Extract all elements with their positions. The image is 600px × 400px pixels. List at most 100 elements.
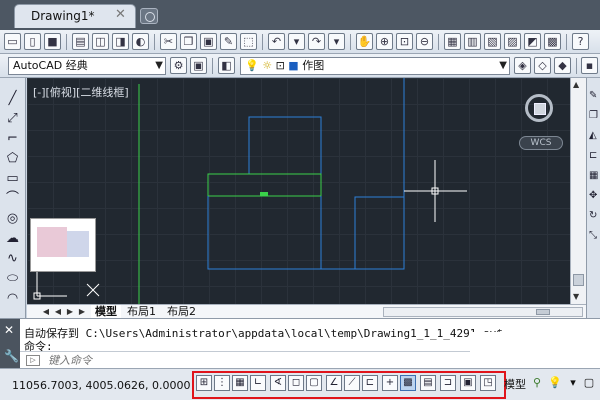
- properties-icon[interactable]: ▦: [444, 33, 461, 50]
- open-file-icon[interactable]: ▯: [24, 33, 41, 50]
- tab-drawing1[interactable]: Drawing1* ✕: [14, 4, 136, 28]
- drawing-canvas[interactable]: [-][俯视][二维线框] WCS: [27, 78, 570, 304]
- annotation-monitor-icon[interactable]: ▣: [460, 375, 476, 391]
- make-current-layer-icon[interactable]: ◈: [514, 57, 531, 74]
- polyline-icon[interactable]: ⌐: [4, 130, 21, 147]
- transparency-icon[interactable]: ▩: [400, 375, 416, 391]
- 3d-object-snap-icon[interactable]: ▢: [306, 375, 322, 391]
- annotation-scale-icon[interactable]: ⚲: [530, 376, 544, 390]
- grid-display-icon[interactable]: ▦: [232, 375, 248, 391]
- layer-select[interactable]: 💡 ☼ ⊡ ■ 作图 ▼: [240, 57, 510, 75]
- undo-dropdown-icon[interactable]: ▾: [288, 33, 305, 50]
- isolate-objects-icon[interactable]: 💡: [548, 376, 562, 390]
- workspace-select[interactable]: AutoCAD 经典 ▼: [8, 57, 166, 75]
- command-grip[interactable]: ✕ 🔧: [0, 319, 20, 369]
- arc-icon[interactable]: ⌒: [4, 190, 21, 207]
- new-file-icon[interactable]: ▭: [4, 33, 21, 50]
- publish-icon[interactable]: ◨: [112, 33, 129, 50]
- sheet-set-icon[interactable]: ▨: [504, 33, 521, 50]
- cut-icon[interactable]: ✂: [160, 33, 177, 50]
- scroll-up-icon[interactable]: ▲: [573, 80, 579, 89]
- scroll-thumb[interactable]: [573, 274, 584, 286]
- menu-dropdown-icon[interactable]: ▾: [566, 376, 580, 390]
- ortho-mode-icon[interactable]: ∟: [250, 375, 266, 391]
- 3d-print-icon[interactable]: ◐: [132, 33, 149, 50]
- array-icon[interactable]: ▦: [589, 170, 599, 182]
- mirror-icon[interactable]: ◭: [589, 130, 599, 142]
- ellipse-arc-icon[interactable]: ◠: [4, 290, 21, 307]
- wcs-menu[interactable]: WCS: [519, 136, 563, 150]
- dynamic-input-icon[interactable]: ⊏: [362, 375, 378, 391]
- layer-state-icon[interactable]: ◆: [554, 57, 571, 74]
- command-prompt-icon[interactable]: ▷: [26, 355, 40, 366]
- snap-mode-icon[interactable]: ⋮: [214, 375, 230, 391]
- print-icon[interactable]: ▤: [72, 33, 89, 50]
- move-icon[interactable]: ✥: [589, 190, 599, 202]
- copy-object-icon[interactable]: ❐: [589, 110, 599, 122]
- horizontal-scrollbar[interactable]: [383, 307, 583, 317]
- selection-cycling-icon[interactable]: ⊐: [440, 375, 456, 391]
- scale-icon[interactable]: ⤡: [589, 230, 599, 242]
- construction-line-icon[interactable]: ⤢: [4, 110, 21, 127]
- rotate-icon[interactable]: ↻: [589, 210, 599, 222]
- tab-layout2[interactable]: 布局2: [163, 305, 200, 319]
- quick-properties-icon[interactable]: ▤: [420, 375, 436, 391]
- dynamic-ucs-icon[interactable]: ⟋: [344, 375, 360, 391]
- command-input[interactable]: [48, 352, 348, 369]
- units-icon[interactable]: ◳: [480, 375, 496, 391]
- ellipse-icon[interactable]: ⬭: [4, 270, 21, 287]
- polar-tracking-icon[interactable]: ∢: [270, 375, 286, 391]
- line-icon[interactable]: ╱: [4, 90, 21, 107]
- redo-dropdown-icon[interactable]: ▾: [328, 33, 345, 50]
- copy-icon[interactable]: ❐: [180, 33, 197, 50]
- zoom-realtime-icon[interactable]: ⊕: [376, 33, 393, 50]
- pan-icon[interactable]: ✋: [356, 33, 373, 50]
- tool-palettes-icon[interactable]: ▧: [484, 33, 501, 50]
- customize-wrench-icon[interactable]: 🔧: [4, 349, 19, 363]
- calculator-icon[interactable]: ▩: [544, 33, 561, 50]
- revision-cloud-icon[interactable]: ☁: [4, 230, 21, 247]
- vertical-scrollbar[interactable]: ▲ ▼: [570, 78, 586, 304]
- paste-icon[interactable]: ▣: [200, 33, 217, 50]
- prev-layout-icon[interactable]: ◀: [53, 306, 63, 317]
- model-space-button[interactable]: 模型: [504, 376, 526, 392]
- object-snap-icon[interactable]: ◻: [288, 375, 304, 391]
- close-icon[interactable]: ✕: [4, 323, 14, 337]
- erase-icon[interactable]: ✎: [589, 90, 599, 102]
- viewcube-icon[interactable]: [525, 94, 553, 122]
- tab-layout1[interactable]: 布局1: [123, 305, 160, 319]
- polygon-icon[interactable]: ⬠: [4, 150, 21, 167]
- last-layout-icon[interactable]: ▶: [77, 306, 87, 317]
- color-control-icon[interactable]: ▪: [581, 57, 598, 74]
- match-properties-icon[interactable]: ✎: [220, 33, 237, 50]
- circle-icon[interactable]: ◎: [4, 210, 21, 227]
- object-snap-tracking-icon[interactable]: ∠: [326, 375, 342, 391]
- redo-icon[interactable]: ↷: [308, 33, 325, 50]
- zoom-window-icon[interactable]: ⊡: [396, 33, 413, 50]
- help-icon[interactable]: ?: [572, 33, 589, 50]
- new-tab-button[interactable]: [140, 8, 158, 24]
- workspace-settings-icon[interactable]: ⚙: [170, 57, 187, 74]
- clean-screen-icon[interactable]: ▢: [582, 376, 596, 390]
- spline-icon[interactable]: ∿: [4, 250, 21, 267]
- design-center-icon[interactable]: ▥: [464, 33, 481, 50]
- offset-icon[interactable]: ⊏: [589, 150, 599, 162]
- lineweight-icon[interactable]: +: [382, 375, 398, 391]
- first-layout-icon[interactable]: ◀: [41, 306, 51, 317]
- layer-properties-icon[interactable]: ◧: [218, 57, 235, 74]
- block-editor-icon[interactable]: ⬚: [240, 33, 257, 50]
- close-tab-icon[interactable]: ✕: [115, 7, 126, 22]
- cleanscreen-icon[interactable]: ▣: [190, 57, 207, 74]
- hscroll-thumb[interactable]: [536, 309, 550, 315]
- markup-icon[interactable]: ◩: [524, 33, 541, 50]
- next-layout-icon[interactable]: ▶: [65, 306, 75, 317]
- tab-model[interactable]: 模型: [91, 305, 121, 319]
- rectangle-icon[interactable]: ▭: [4, 170, 21, 187]
- infer-constraints-icon[interactable]: ⊞: [196, 375, 212, 391]
- plot-preview-icon[interactable]: ◫: [92, 33, 109, 50]
- zoom-previous-icon[interactable]: ⊖: [416, 33, 433, 50]
- undo-icon[interactable]: ↶: [268, 33, 285, 50]
- layer-previous-icon[interactable]: ◇: [534, 57, 551, 74]
- scroll-down-icon[interactable]: ▼: [573, 292, 579, 301]
- save-icon[interactable]: ■: [44, 33, 61, 50]
